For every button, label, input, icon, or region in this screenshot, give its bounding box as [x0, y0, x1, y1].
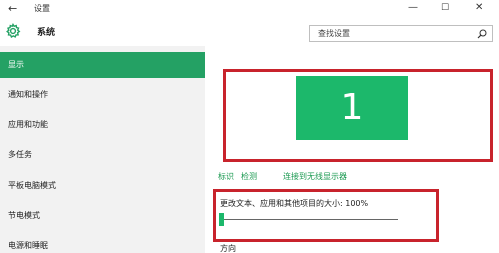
highlight-box-scale — [213, 189, 439, 242]
sidebar-item-display[interactable]: 显示 — [0, 52, 205, 78]
section-title: 系统 — [37, 28, 56, 38]
sidebar: 显示 通知和操作 应用和功能 多任务 平板电脑模式 节电模式 电源和睡眠 — [0, 46, 205, 253]
monitor-tile[interactable]: 1 — [296, 76, 408, 140]
window-title: 设置 — [34, 4, 50, 13]
title-bar: ← 设置 — ☐ ✕ — [0, 0, 499, 18]
identify-link[interactable]: 标识 — [218, 171, 234, 183]
orientation-label: 方向 — [220, 244, 236, 253]
gear-icon — [6, 23, 21, 39]
scale-slider-thumb[interactable] — [219, 213, 224, 226]
scale-slider-track[interactable] — [222, 219, 398, 220]
minimize-button[interactable]: — — [408, 1, 418, 15]
search-icon[interactable] — [477, 29, 487, 39]
search-input[interactable]: 查找设置 — [309, 25, 493, 42]
sidebar-item-multitasking[interactable]: 多任务 — [0, 142, 205, 168]
monitor-number: 1 — [340, 87, 364, 128]
detect-link[interactable]: 检测 — [241, 171, 257, 183]
sidebar-item-power-sleep[interactable]: 电源和睡眠 — [0, 233, 205, 253]
header-row: 系统 查找设置 — [0, 18, 499, 46]
connect-wireless-display-link[interactable]: 连接到无线显示器 — [283, 171, 347, 183]
sidebar-item-tablet-mode[interactable]: 平板电脑模式 — [0, 173, 205, 199]
main-panel: 1 标识 检测 连接到无线显示器 更改文本、应用和其他项目的大小: 100% 方… — [205, 46, 499, 253]
sidebar-item-notifications[interactable]: 通知和操作 — [0, 82, 205, 108]
search-placeholder: 查找设置 — [318, 29, 350, 38]
back-arrow-icon[interactable]: ← — [8, 2, 17, 16]
sidebar-item-battery-saver[interactable]: 节电模式 — [0, 203, 205, 229]
maximize-button[interactable]: ☐ — [441, 1, 449, 15]
sidebar-item-apps[interactable]: 应用和功能 — [0, 112, 205, 138]
close-button[interactable]: ✕ — [475, 1, 483, 15]
scale-label: 更改文本、应用和其他项目的大小: 100% — [220, 199, 369, 208]
